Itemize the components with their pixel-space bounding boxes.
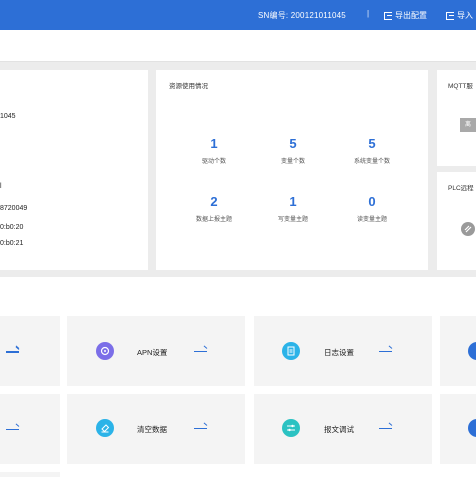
eraser-icon [96,419,114,437]
clear-data-label: 清空数据 [137,425,167,434]
sub-header [0,30,476,62]
stat-label: 驱动个数 [201,159,226,165]
separator: | [367,9,370,18]
arrow-right-icon [379,348,393,353]
stat-variable-count: 5 变量个数 [253,136,333,165]
arrow-right-icon [379,425,393,430]
resource-usage-title: 资源使用情况 [169,83,208,90]
log-icon [282,342,300,360]
mqtt-title: MQTT服 [448,83,473,90]
apn-settings-label: APN设置 [137,348,168,357]
stat-read-topic-count: 0 读变量主题 [332,194,412,223]
message-debug-tile[interactable]: 报文调试 [254,394,432,464]
stat-report-topic-count: 2 数据上报主题 [174,194,254,223]
device-info-line-3: 8720049 [0,205,28,212]
stat-driver-count: 1 驱动个数 [174,136,254,165]
stat-system-variable-count: 5 系统变量个数 [332,136,412,165]
import-config-label: 导入 [457,11,473,20]
log-settings-label: 日志设置 [324,348,354,357]
plc-remote-title: PLC远程 [448,185,474,192]
sliders-icon [282,419,300,437]
import-config-button[interactable]: 导入 [446,10,473,21]
tile-partial-right-2[interactable] [440,394,476,464]
clear-data-tile[interactable]: 清空数据 [67,394,245,464]
stat-value: 5 [289,136,297,151]
message-debug-label: 报文调试 [324,425,354,434]
stat-label: 写变量主题 [277,217,308,223]
apn-settings-tile[interactable]: APN设置 [67,316,245,386]
arrow-right-icon [6,348,20,353]
top-bar: SN编号: 200121011045 | 导出配置 导入 [0,0,476,30]
device-info-line-5: 0:b0:21 [0,240,24,247]
export-icon [384,11,392,20]
settings-icon [468,342,476,360]
plc-remote-card: PLC远程 [437,172,476,270]
stat-value: 1 [210,136,218,151]
arrow-right-icon [6,426,20,431]
device-info-line-4: 0:b0:20 [0,224,24,231]
serial-number: SN编号: 200121011045 [258,11,346,20]
tool-icon [468,419,476,437]
stat-value: 5 [368,136,376,151]
stat-write-topic-count: 1 写变量主题 [253,194,333,223]
arrow-right-icon [194,425,208,430]
export-config-button[interactable]: 导出配置 [384,10,427,21]
stat-label: 读变量主题 [356,217,387,223]
stat-value: 0 [368,194,376,209]
stat-label: 系统变量个数 [353,159,390,165]
stat-value: 1 [289,194,297,209]
stat-value: 2 [210,194,218,209]
resource-usage-card: 资源使用情况 1 驱动个数 5 变量个数 5 系统变量个数 2 数据上报主题 1… [156,70,428,270]
link-icon[interactable] [461,222,475,236]
arrow-right-icon [194,348,208,353]
tile-partial-left-3[interactable] [0,472,60,477]
stat-label: 变量个数 [280,159,305,165]
apn-icon [96,342,114,360]
device-info-line-1: 1045 [0,113,16,120]
stat-label: 数据上报主题 [195,217,232,223]
export-config-label: 导出配置 [395,11,427,20]
tile-partial-right-1[interactable] [440,316,476,386]
device-info-line-2: l [0,183,2,190]
device-info-card: 1045 l 8720049 0:b0:20 0:b0:21 [0,70,148,270]
mqtt-status-badge: 离 [460,118,476,132]
import-icon [446,11,454,20]
log-settings-tile[interactable]: 日志设置 [254,316,432,386]
